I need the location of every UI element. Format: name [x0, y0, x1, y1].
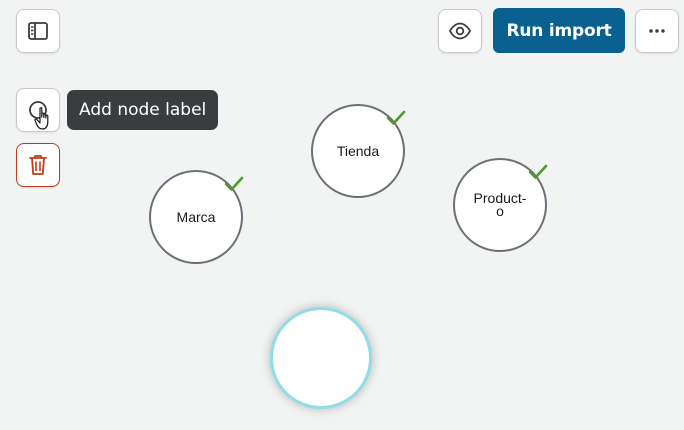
- trash-icon: [27, 153, 49, 177]
- node-label: Product-o: [473, 190, 527, 219]
- checkmark-icon: [528, 163, 548, 181]
- circle-icon: [27, 99, 49, 121]
- checkmark-icon: [386, 109, 406, 127]
- ellipsis-icon: [647, 28, 667, 34]
- sidebar-panel-icon: [27, 21, 49, 41]
- delete-button[interactable]: [16, 143, 60, 187]
- node-label: Tienda: [336, 142, 380, 159]
- graph-canvas[interactable]: Add node label Run import Tienda Marca P…: [0, 0, 684, 430]
- more-options-button[interactable]: [635, 9, 679, 53]
- eye-icon: [448, 22, 472, 40]
- checkmark-icon: [224, 175, 244, 193]
- node-label: Marca: [176, 208, 216, 225]
- run-import-button[interactable]: Run import: [493, 8, 625, 53]
- add-node-label-button[interactable]: [16, 88, 60, 132]
- new-node[interactable]: [270, 307, 372, 409]
- add-node-label-tooltip: Add node label: [67, 90, 219, 130]
- sidebar-toggle-button[interactable]: [16, 9, 60, 53]
- preview-button[interactable]: [438, 9, 482, 53]
